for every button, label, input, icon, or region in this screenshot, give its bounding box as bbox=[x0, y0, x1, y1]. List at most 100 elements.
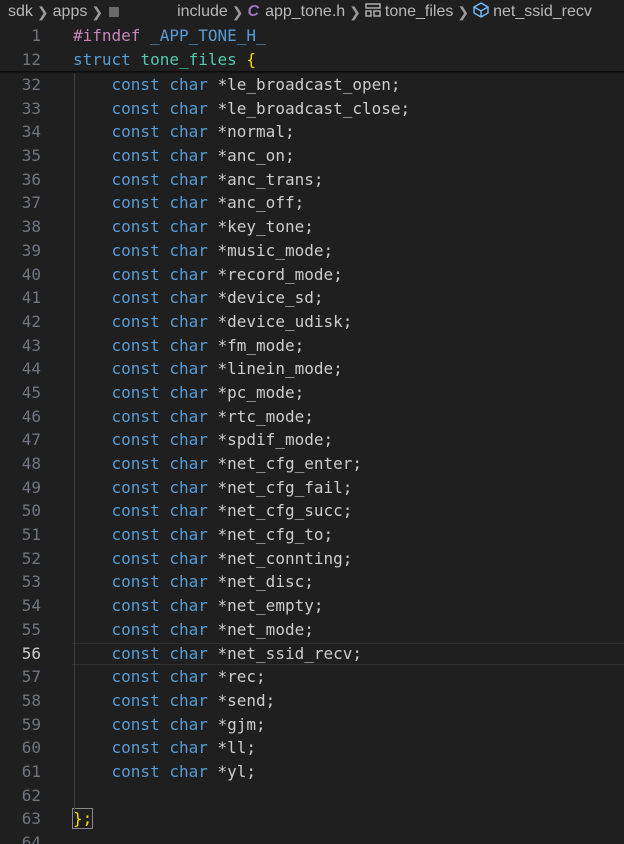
code-line[interactable]: 39 const char *music_mode; bbox=[0, 239, 624, 263]
code-text: }; bbox=[71, 807, 94, 831]
keyword-const: const bbox=[111, 430, 160, 450]
code-text: const char *device_udisk; bbox=[73, 310, 353, 334]
sticky-scroll[interactable]: 1 #ifndef _APP_TONE_H_ 12 struct tone_fi… bbox=[0, 24, 624, 72]
keyword-const: const bbox=[111, 572, 160, 592]
code-line[interactable]: 46 const char *rtc_mode; bbox=[0, 405, 624, 429]
code-line[interactable]: 62 bbox=[0, 784, 624, 808]
keyword-const: const bbox=[111, 193, 160, 213]
code-line[interactable]: 63}; bbox=[0, 807, 624, 831]
code-line[interactable]: 52 const char *net_connting; bbox=[0, 547, 624, 571]
code-line[interactable]: 55 const char *net_mode; bbox=[0, 618, 624, 642]
field-declaration: *rtc_mode; bbox=[217, 406, 314, 426]
field-declaration: *anc_trans; bbox=[217, 169, 324, 189]
code-line[interactable]: 54 const char *net_empty; bbox=[0, 594, 624, 618]
code-line[interactable]: 43 const char *fm_mode; bbox=[0, 334, 624, 358]
code-line[interactable]: 45 const char *pc_mode; bbox=[0, 381, 624, 405]
code-line[interactable]: 61 const char *yl; bbox=[0, 760, 624, 784]
code-text: const char *net_cfg_enter; bbox=[73, 452, 362, 476]
keyword-char: char bbox=[169, 98, 208, 118]
keyword-char: char bbox=[169, 146, 208, 166]
code-line[interactable]: 36 const char *anc_trans; bbox=[0, 168, 624, 192]
open-brace: { bbox=[246, 49, 257, 69]
code-line[interactable]: 44 const char *linein_mode; bbox=[0, 357, 624, 381]
keyword-const: const bbox=[111, 406, 160, 426]
keyword-char: char bbox=[169, 75, 208, 94]
keyword-char: char bbox=[169, 690, 208, 710]
code-editor[interactable]: 32 const char *le_broadcast_open; 33 cons… bbox=[0, 73, 624, 844]
code-line[interactable]: 32 const char *le_broadcast_open; bbox=[0, 73, 624, 97]
line-number: 39 bbox=[21, 240, 41, 260]
field-declaration: *yl; bbox=[217, 761, 257, 781]
field-declaration: *fm_mode; bbox=[217, 335, 305, 355]
breadcrumb-struct[interactable]: tone_files bbox=[385, 3, 454, 21]
line-number: 36 bbox=[21, 169, 41, 189]
code-line[interactable]: 58 const char *send; bbox=[0, 689, 624, 713]
code-line[interactable]: 64 bbox=[0, 831, 624, 844]
field-declaration: *anc_on; bbox=[217, 146, 295, 166]
code-line[interactable]: 37 const char *anc_off; bbox=[0, 191, 624, 215]
code-line[interactable]: 57 const char *rec; bbox=[0, 665, 624, 689]
c-file-icon: C bbox=[247, 3, 260, 20]
sticky-line[interactable]: 1 #ifndef _APP_TONE_H_ bbox=[0, 24, 624, 48]
breadcrumb-include[interactable]: include bbox=[177, 3, 228, 21]
code-text: const char *anc_trans; bbox=[73, 168, 324, 192]
sticky-line[interactable]: 12 struct tone_files { bbox=[0, 48, 624, 72]
breadcrumb-sdk[interactable]: sdk bbox=[8, 3, 33, 21]
code-line[interactable]: 40 const char *record_mode; bbox=[0, 263, 624, 287]
keyword-char: char bbox=[169, 643, 208, 663]
keyword-char: char bbox=[169, 619, 208, 639]
keyword-const: const bbox=[111, 75, 160, 94]
breadcrumb-field[interactable]: net_ssid_recv bbox=[493, 3, 592, 21]
code-line[interactable]: 53 const char *net_disc; bbox=[0, 570, 624, 594]
keyword-char: char bbox=[169, 454, 208, 473]
line-number: 58 bbox=[21, 690, 41, 710]
line-number: 42 bbox=[21, 311, 41, 331]
code-line[interactable]: 51 const char *net_cfg_to; bbox=[0, 523, 624, 547]
keyword-char: char bbox=[169, 501, 208, 521]
line-number: 50 bbox=[21, 501, 41, 521]
keyword-const: const bbox=[111, 335, 160, 355]
line-number: 60 bbox=[21, 738, 41, 758]
keyword-const: const bbox=[111, 264, 160, 284]
keyword-const: const bbox=[111, 311, 160, 331]
code-line[interactable]: 59 const char *gjm; bbox=[0, 713, 624, 737]
keyword-const: const bbox=[111, 477, 160, 497]
code-line[interactable]: 47 const char *spdif_mode; bbox=[0, 428, 624, 452]
line-number: 54 bbox=[21, 596, 41, 616]
chevron-right-icon: ❯ bbox=[36, 3, 49, 20]
keyword-const: const bbox=[111, 122, 160, 142]
code-text: const char *net_empty; bbox=[73, 594, 324, 618]
keyword-char: char bbox=[169, 311, 208, 331]
code-line[interactable]: 50 const char *net_cfg_succ; bbox=[0, 499, 624, 523]
line-number: 53 bbox=[21, 572, 41, 592]
field-declaration: *pc_mode; bbox=[217, 382, 305, 402]
code-line[interactable]: 35 const char *anc_on; bbox=[0, 144, 624, 168]
field-declaration: *le_broadcast_open; bbox=[217, 75, 401, 94]
code-line[interactable]: 38 const char *key_tone; bbox=[0, 215, 624, 239]
code-line[interactable]: 60 const char *ll; bbox=[0, 736, 624, 760]
struct-name: tone_files bbox=[140, 49, 237, 69]
keyword-char: char bbox=[169, 572, 208, 592]
code-text: const char *yl; bbox=[73, 760, 257, 784]
code-line[interactable]: 33 const char *le_broadcast_close; bbox=[0, 97, 624, 121]
code-line[interactable]: 41 const char *device_sd; bbox=[0, 286, 624, 310]
line-number: 64 bbox=[21, 833, 41, 844]
code-line[interactable]: 48 const char *net_cfg_enter; bbox=[0, 452, 624, 476]
keyword-char: char bbox=[169, 335, 208, 355]
code-text: const char *gjm; bbox=[73, 713, 266, 737]
code-line[interactable]: 49 const char *net_cfg_fail; bbox=[0, 476, 624, 500]
keyword-char: char bbox=[169, 264, 208, 284]
breadcrumb-apps[interactable]: apps bbox=[53, 3, 88, 21]
code-line[interactable]: 42 const char *device_udisk; bbox=[0, 310, 624, 334]
code-text: const char *rtc_mode; bbox=[73, 405, 314, 429]
keyword-char: char bbox=[169, 240, 208, 260]
keyword-char: char bbox=[169, 738, 208, 758]
field-declaration: *net_cfg_succ; bbox=[217, 501, 353, 521]
sticky-shadow bbox=[0, 71, 624, 74]
breadcrumb-file[interactable]: app_tone.h bbox=[265, 3, 345, 21]
keyword-char: char bbox=[169, 382, 208, 402]
code-line[interactable]: 56 const char *net_ssid_recv; bbox=[0, 642, 624, 666]
keyword-const: const bbox=[111, 169, 160, 189]
keyword-const: const bbox=[111, 146, 160, 166]
code-line[interactable]: 34 const char *normal; bbox=[0, 120, 624, 144]
